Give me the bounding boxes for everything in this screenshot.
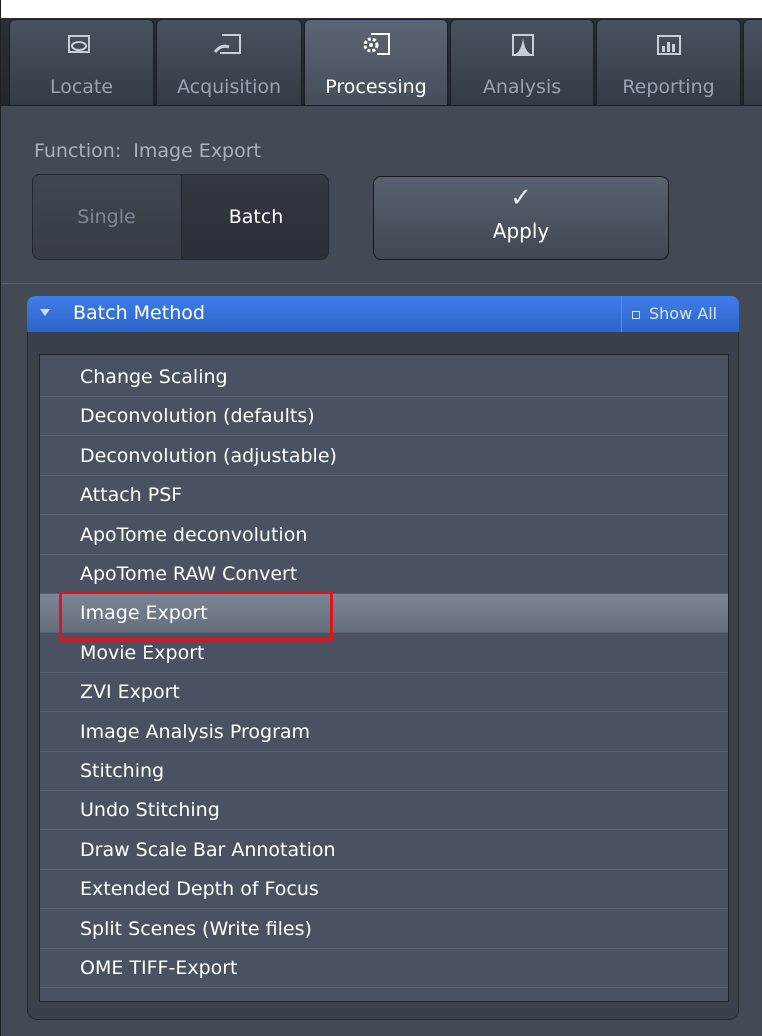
reporting-icon <box>656 35 681 55</box>
tab-reporting[interactable]: Reporting <box>596 19 741 105</box>
single-mode-button[interactable]: Single <box>33 175 180 259</box>
list-item[interactable]: Attach PSF <box>40 476 728 516</box>
tab-label: Reporting <box>622 76 715 98</box>
function-label-key: Function: <box>34 140 122 162</box>
list-item[interactable]: Undo Stitching <box>40 791 728 831</box>
app-window: Locate Acquisition Processing Analysis R… <box>0 0 762 1036</box>
analysis-icon <box>512 34 534 56</box>
apply-button[interactable]: ✓ Apply <box>373 176 669 260</box>
list-item[interactable]: ApoTome deconvolution <box>40 516 728 555</box>
list-item[interactable]: ZVI Export <box>40 673 728 713</box>
tab-label: Processing <box>325 76 427 98</box>
show-all-toggle[interactable]: Show All <box>621 296 739 332</box>
tab-label: Acquisition <box>176 76 282 98</box>
checkmark-icon: ✓ <box>510 183 532 213</box>
show-all-label: Show All <box>649 304 718 323</box>
batch-method-header[interactable]: Batch Method Show All <box>27 296 739 332</box>
tab-analysis[interactable]: Analysis <box>450 19 594 105</box>
processing-icon <box>363 33 390 55</box>
batch-mode-button[interactable]: Batch <box>181 175 328 259</box>
batch-method-title: Batch Method <box>73 302 205 324</box>
list-item[interactable]: Image Analysis Program <box>40 713 728 752</box>
list-item[interactable]: Stitching <box>40 752 728 791</box>
divider <box>1 283 762 284</box>
list-item[interactable]: OME TIFF-Export <box>40 949 728 988</box>
list-item[interactable]: ApoTome RAW Convert <box>40 555 728 594</box>
function-label-value: Image Export <box>133 140 262 162</box>
locate-icon <box>67 35 90 53</box>
acquisition-icon <box>213 34 241 54</box>
list-item[interactable]: Deconvolution (adjustable) <box>40 437 728 476</box>
annotation-highlight-box <box>59 591 333 641</box>
checkbox-icon[interactable] <box>632 310 640 319</box>
tab-overflow[interactable] <box>743 19 762 105</box>
tab-processing[interactable]: Processing <box>304 19 448 107</box>
tab-label: Analysis <box>482 76 562 98</box>
list-item[interactable]: Split Scenes (Write files) <box>40 910 728 949</box>
tab-acquisition[interactable]: Acquisition <box>156 19 302 105</box>
tab-locate[interactable]: Locate <box>9 19 154 105</box>
collapse-triangle-icon[interactable] <box>40 309 50 316</box>
list-item[interactable]: Change Scaling <box>40 358 728 397</box>
list-item[interactable]: Extended Depth of Focus <box>40 870 728 910</box>
top-strip <box>1 0 762 18</box>
apply-button-label: Apply <box>492 219 550 243</box>
list-item[interactable]: Deconvolution (defaults) <box>40 397 728 437</box>
function-label: Function: Image Export <box>34 140 261 162</box>
mode-segmented-control: Single Batch <box>32 174 329 260</box>
batch-method-list[interactable]: Change Scaling Deconvolution (defaults) De… <box>39 354 729 1002</box>
tab-label: Locate <box>49 76 114 98</box>
list-item[interactable]: Draw Scale Bar Annotation <box>40 831 728 870</box>
